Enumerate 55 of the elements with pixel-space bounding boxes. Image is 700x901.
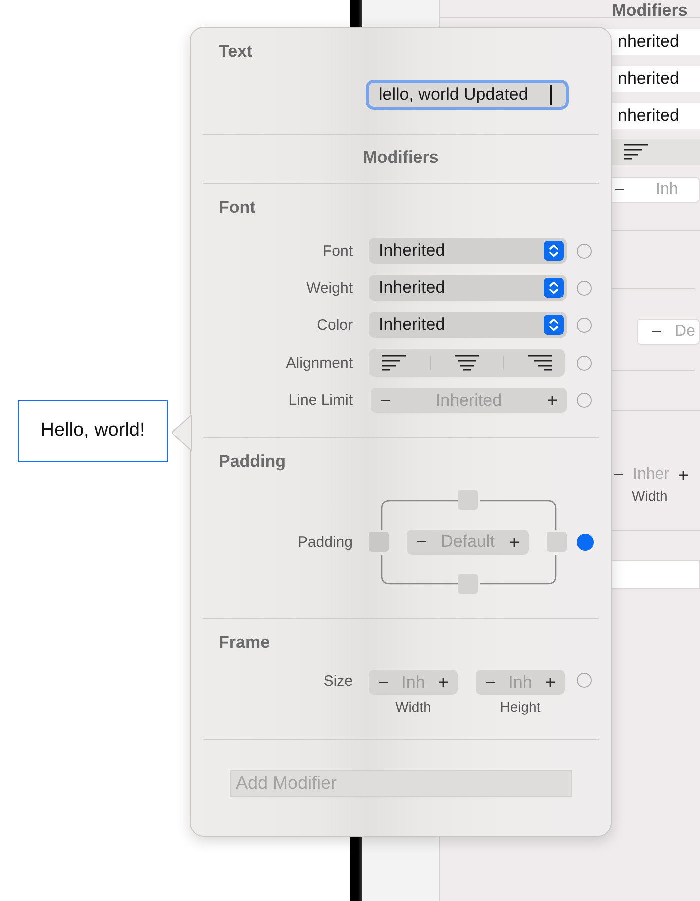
popup-picker[interactable]: Inherited (369, 275, 567, 301)
padding-edge-toggle[interactable] (547, 532, 567, 552)
section-title: Font (218, 198, 257, 218)
popup-picker[interactable]: Inherited (369, 238, 567, 264)
plus-icon[interactable] (510, 538, 519, 546)
row-label: Color (316, 316, 353, 334)
alignment-control[interactable] (369, 349, 565, 377)
modifier-indicator[interactable] (577, 534, 594, 550)
padding-edge-toggle[interactable] (458, 574, 478, 594)
align-right-icon[interactable] (527, 355, 554, 371)
chevron-updown-icon (544, 241, 564, 261)
stepper-value: Inher (633, 466, 670, 484)
minus-icon[interactable] (614, 474, 623, 476)
text-field[interactable]: lello, world Updated (366, 80, 569, 110)
minus-icon[interactable] (615, 189, 624, 191)
modifiers-title: Modifiers (362, 148, 440, 169)
row-label: Font (322, 242, 353, 260)
text-cursor (550, 85, 552, 105)
plus-icon[interactable] (679, 470, 688, 480)
section-title: Frame (218, 633, 272, 653)
stepper-value: Inh (656, 181, 678, 199)
popup-picker[interactable]: Inherited (369, 312, 567, 338)
stepper-value: Inh (508, 672, 532, 692)
plus-icon[interactable] (438, 678, 448, 687)
minus-icon[interactable] (381, 400, 390, 402)
row-label: Size (322, 673, 353, 690)
minus-icon[interactable] (486, 682, 495, 684)
stepper-value: Inherited (436, 390, 502, 410)
minus-icon[interactable] (379, 682, 388, 684)
section-title: Padding (218, 452, 288, 472)
row-label: Weight (306, 280, 353, 296)
plus-icon[interactable] (548, 396, 557, 405)
field-caption: Width (632, 488, 669, 504)
stepper-value: Inh (402, 672, 426, 692)
section-title: Text (218, 42, 254, 62)
chevron-updown-icon (544, 278, 564, 298)
row-label: Padding (296, 534, 353, 550)
stepper-value: Default (441, 532, 495, 552)
row-label: Line Limit (288, 392, 353, 409)
chevron-updown-icon (544, 315, 564, 335)
preview-text-box[interactable]: Hello, world! (18, 400, 168, 462)
stepper-value: De (675, 323, 696, 341)
padding-edge-toggle[interactable] (458, 490, 478, 510)
field-caption: Height (500, 699, 541, 715)
plus-icon[interactable] (546, 678, 555, 687)
align-center-icon[interactable] (454, 355, 480, 371)
align-left-icon[interactable] (380, 355, 407, 371)
row-label: Alignment (285, 354, 353, 372)
minus-icon[interactable] (417, 541, 426, 543)
field-caption: Width (396, 699, 432, 715)
inspector-heading: Modifiers (611, 0, 689, 22)
minus-icon[interactable] (652, 331, 661, 333)
padding-edge-toggle[interactable] (369, 532, 389, 552)
align-left-icon (623, 144, 649, 160)
add-modifier-field[interactable]: Add Modifier (230, 770, 572, 797)
